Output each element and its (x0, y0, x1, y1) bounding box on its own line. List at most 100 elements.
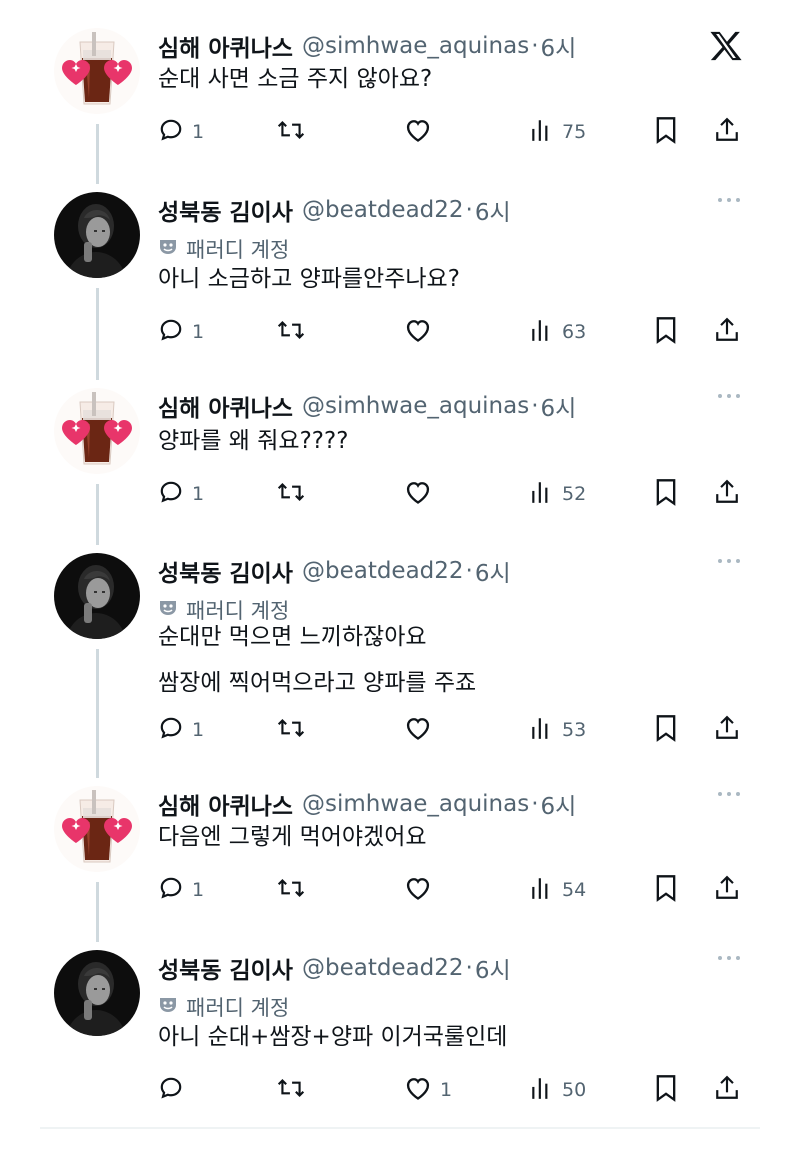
timestamp[interactable]: 6시 (541, 389, 577, 423)
share-button[interactable] (714, 312, 740, 352)
reply-button[interactable]: 1 (158, 870, 204, 910)
retweet-icon (276, 479, 306, 509)
like-button[interactable] (404, 312, 432, 352)
views-icon (530, 1075, 554, 1105)
retweet-button[interactable] (276, 112, 306, 152)
views-button[interactable]: 54 (530, 870, 586, 910)
views-button[interactable]: 53 (530, 710, 586, 750)
handle[interactable]: @beatdead22 (302, 197, 464, 223)
more-icon[interactable] (718, 956, 740, 960)
views-button[interactable]: 75 (530, 112, 586, 152)
reply-button[interactable]: 1 (158, 474, 204, 514)
action-bar: 1 75 (158, 112, 748, 152)
more-icon[interactable] (718, 559, 740, 563)
timestamp[interactable]: 6시 (475, 951, 511, 985)
bookmark-button[interactable] (654, 474, 678, 514)
like-button[interactable] (404, 112, 432, 152)
views-button[interactable]: 50 (530, 1070, 586, 1110)
bookmark-button[interactable] (654, 870, 678, 910)
views-icon (530, 479, 554, 509)
heart-icon (404, 875, 432, 905)
views-icon (530, 715, 554, 745)
avatar[interactable] (54, 192, 140, 278)
reply-count: 1 (192, 321, 205, 343)
thread-line (96, 484, 99, 545)
avatar[interactable] (54, 950, 140, 1036)
reply-button[interactable]: 1 (158, 312, 204, 352)
bookmark-icon (654, 116, 678, 148)
avatar[interactable] (54, 28, 140, 114)
views-count: 63 (562, 321, 587, 343)
more-icon[interactable] (718, 198, 740, 202)
x-logo-icon[interactable] (709, 30, 743, 66)
person-avatar-icon (54, 950, 140, 1036)
retweet-button[interactable] (276, 1070, 306, 1110)
handle[interactable]: @simhwae_aquinas (302, 33, 529, 59)
views-count: 75 (562, 121, 587, 143)
share-icon (714, 874, 740, 906)
share-button[interactable] (714, 474, 740, 514)
retweet-button[interactable] (276, 710, 306, 750)
timestamp[interactable]: 6시 (475, 554, 511, 588)
heart-icon (404, 479, 432, 509)
avatar[interactable] (54, 388, 140, 474)
person-avatar-icon (54, 553, 140, 639)
display-name[interactable]: 심해 아퀴나스 (158, 389, 293, 423)
share-button[interactable] (714, 870, 740, 910)
tweet: 성북동 김이사 @beatdead22 · 6시 패러디 계정 아니 소금하고 양파를안주… (0, 192, 800, 388)
bookmark-button[interactable] (654, 112, 678, 152)
display-name[interactable]: 성북동 김이사 (158, 554, 293, 588)
display-name[interactable]: 심해 아퀴나스 (158, 787, 293, 821)
retweet-icon (276, 317, 306, 347)
more-icon[interactable] (718, 394, 740, 398)
handle[interactable]: @simhwae_aquinas (302, 393, 529, 419)
divider (40, 1127, 760, 1129)
views-button[interactable]: 63 (530, 312, 586, 352)
heart-icon (404, 117, 432, 147)
like-button[interactable] (404, 870, 432, 910)
avatar[interactable] (54, 786, 140, 872)
bookmark-icon (654, 714, 678, 746)
retweet-button[interactable] (276, 474, 306, 514)
action-bar: 1 54 (158, 870, 748, 910)
reply-button[interactable] (158, 1070, 184, 1110)
tweet-header: 심해 아퀴나스 @simhwae_aquinas · 6시 (158, 28, 576, 64)
bookmark-button[interactable] (654, 312, 678, 352)
timestamp[interactable]: 6시 (475, 193, 511, 227)
retweet-button[interactable] (276, 870, 306, 910)
share-button[interactable] (714, 112, 740, 152)
share-button[interactable] (714, 710, 740, 750)
reply-button[interactable]: 1 (158, 112, 204, 152)
avatar[interactable] (54, 553, 140, 639)
views-button[interactable]: 52 (530, 474, 586, 514)
like-button[interactable] (404, 710, 432, 750)
timestamp[interactable]: 6시 (541, 787, 577, 821)
bookmark-button[interactable] (654, 710, 678, 750)
display-name[interactable]: 성북동 김이사 (158, 193, 293, 227)
reply-icon (158, 317, 184, 347)
like-button[interactable] (404, 474, 432, 514)
timestamp[interactable]: 6시 (541, 29, 577, 63)
display-name[interactable]: 심해 아퀴나스 (158, 29, 293, 63)
reply-icon (158, 875, 184, 905)
reply-button[interactable]: 1 (158, 710, 204, 750)
action-bar: 1 63 (158, 312, 748, 352)
handle[interactable]: @beatdead22 (302, 558, 464, 584)
reply-icon (158, 117, 184, 147)
display-name[interactable]: 성북동 김이사 (158, 951, 293, 985)
handle[interactable]: @beatdead22 (302, 955, 464, 981)
thread-line (96, 124, 99, 184)
handle[interactable]: @simhwae_aquinas (302, 791, 529, 817)
bookmark-button[interactable] (654, 1070, 678, 1110)
heart-icon (404, 317, 432, 347)
retweet-button[interactable] (276, 312, 306, 352)
more-icon[interactable] (718, 792, 740, 796)
thread-line (96, 288, 99, 380)
share-button[interactable] (714, 1070, 740, 1110)
action-bar: 1 50 (158, 1070, 748, 1110)
views-count: 50 (562, 1079, 587, 1101)
like-button[interactable]: 1 (404, 1070, 452, 1110)
separator-dot: · (531, 393, 539, 419)
separator-dot: · (531, 791, 539, 817)
reply-icon (158, 715, 184, 745)
